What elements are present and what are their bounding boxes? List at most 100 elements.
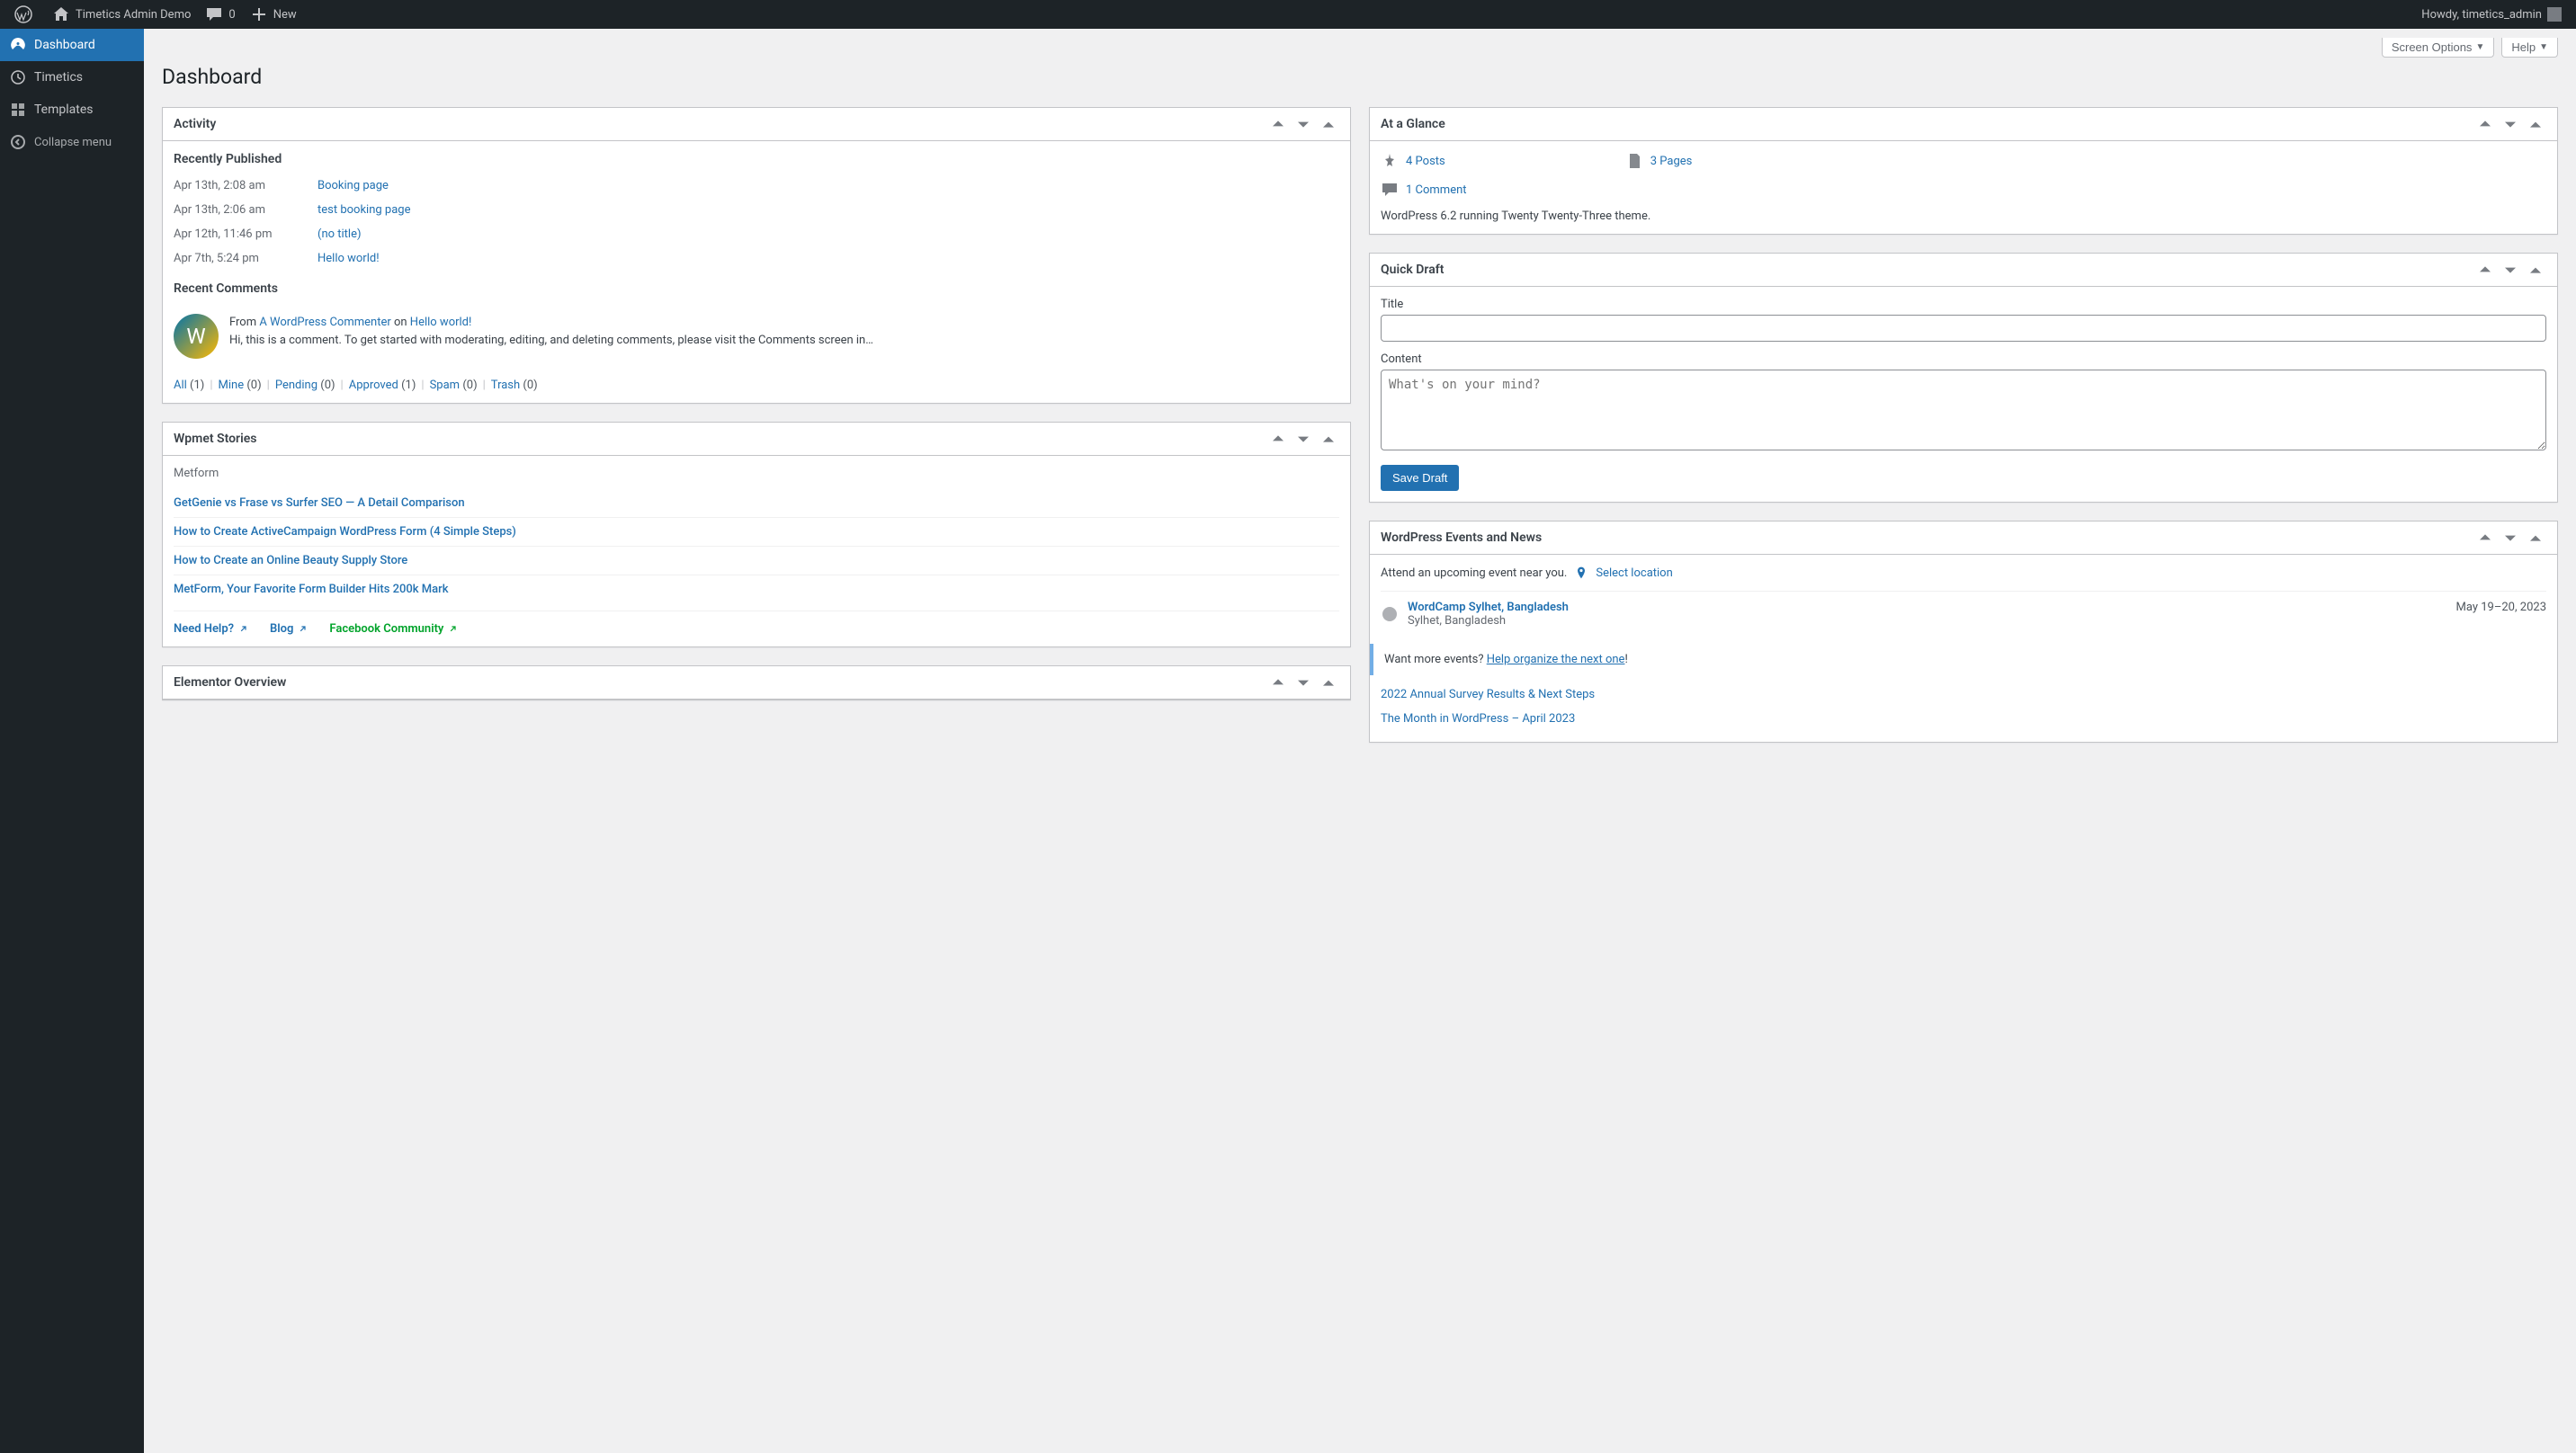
home-icon xyxy=(52,5,70,23)
toggle-button[interactable] xyxy=(1318,113,1339,135)
published-row: Apr 13th, 2:08 am Booking page xyxy=(174,174,1339,198)
menu-timetics[interactable]: Timetics xyxy=(0,61,144,94)
story-link[interactable]: GetGenie vs Frase vs Surfer SEO — A Deta… xyxy=(174,489,1339,517)
widget-title: Elementor Overview xyxy=(174,666,286,699)
pin-icon xyxy=(1381,152,1399,170)
move-down-button[interactable] xyxy=(1292,113,1314,135)
account-link[interactable]: Howdy, timetics_admin xyxy=(2414,0,2569,29)
toggle-button[interactable] xyxy=(2525,113,2546,135)
move-up-button[interactable] xyxy=(2474,527,2496,548)
pages-link[interactable]: 3 Pages xyxy=(1650,155,1693,168)
move-down-button[interactable] xyxy=(2500,113,2521,135)
menu-templates[interactable]: Templates xyxy=(0,94,144,126)
timetics-icon xyxy=(9,68,27,86)
toggle-button[interactable] xyxy=(1318,428,1339,450)
publish-link[interactable]: (no title) xyxy=(318,227,362,241)
filter-all[interactable]: All xyxy=(174,379,187,392)
filter-mine[interactable]: Mine xyxy=(219,379,245,392)
publish-link[interactable]: test booking page xyxy=(318,203,410,217)
filter-trash[interactable]: Trash xyxy=(491,379,520,392)
collapse-label: Collapse menu xyxy=(34,136,112,149)
widget-title: At a Glance xyxy=(1381,108,1445,140)
select-location-link[interactable]: Select location xyxy=(1596,566,1672,580)
plus-icon xyxy=(250,5,268,23)
facebook-community-link[interactable]: Facebook Community xyxy=(329,622,458,636)
filter-pending[interactable]: Pending xyxy=(275,379,318,392)
attend-text: Attend an upcoming event near you. xyxy=(1381,566,1567,580)
help-button[interactable]: Help ▼ xyxy=(2501,38,2558,58)
want-more-box: Want more events? Help organize the next… xyxy=(1370,644,2557,675)
comment-meta: From A WordPress Commenter on Hello worl… xyxy=(229,314,1339,332)
main-content: Screen Options ▼ Help ▼ Dashboard Activi… xyxy=(144,29,2576,1453)
move-up-button[interactable] xyxy=(2474,259,2496,281)
events-news-widget: WordPress Events and News Attend an upco… xyxy=(1369,521,2558,743)
filter-approved[interactable]: Approved xyxy=(349,379,398,392)
move-up-button[interactable] xyxy=(1267,428,1289,450)
publish-date: Apr 12th, 11:46 pm xyxy=(174,227,318,241)
comment-author-link[interactable]: A WordPress Commenter xyxy=(259,316,390,329)
collapse-menu[interactable]: Collapse menu xyxy=(0,126,144,158)
wp-logo[interactable] xyxy=(7,0,45,29)
admin-bar: Timetics Admin Demo 0 New Howdy, timetic… xyxy=(0,0,2576,29)
move-down-button[interactable] xyxy=(2500,527,2521,548)
activity-widget: Activity Recently Published Apr 13th, 2:… xyxy=(162,107,1351,404)
published-row: Apr 13th, 2:06 am test booking page xyxy=(174,198,1339,222)
new-content-link[interactable]: New xyxy=(243,0,304,29)
wordpress-icon xyxy=(14,5,32,23)
page-title: Dashboard xyxy=(162,65,2558,89)
move-down-button[interactable] xyxy=(2500,259,2521,281)
avatar-icon xyxy=(2547,7,2562,22)
draft-content-textarea[interactable] xyxy=(1381,370,2546,450)
content-label: Content xyxy=(1381,352,2546,366)
menu-dashboard[interactable]: Dashboard xyxy=(0,29,144,61)
news-link[interactable]: The Month in WordPress – April 2023 xyxy=(1381,707,2546,731)
widget-title: Quick Draft xyxy=(1381,254,1444,286)
comment-icon xyxy=(1381,181,1399,199)
published-row: Apr 7th, 5:24 pm Hello world! xyxy=(174,246,1339,271)
menu-label: Templates xyxy=(34,103,94,117)
move-up-button[interactable] xyxy=(1267,113,1289,135)
recently-published-heading: Recently Published xyxy=(174,152,1339,166)
blog-link[interactable]: Blog xyxy=(270,622,308,636)
posts-link[interactable]: 4 Posts xyxy=(1406,155,1445,168)
publish-link[interactable]: Hello world! xyxy=(318,252,380,265)
comments-count: 0 xyxy=(228,8,235,22)
toggle-button[interactable] xyxy=(1318,672,1339,693)
external-icon xyxy=(237,624,248,635)
comments-link[interactable]: 0 xyxy=(198,0,242,29)
story-link[interactable]: How to Create ActiveCampaign WordPress F… xyxy=(174,517,1339,546)
move-up-button[interactable] xyxy=(1267,672,1289,693)
news-link[interactable]: 2022 Annual Survey Results & Next Steps xyxy=(1381,682,2546,707)
templates-icon xyxy=(9,101,27,119)
admin-sidebar: Dashboard Timetics Templates Collapse me… xyxy=(0,29,144,1453)
story-link[interactable]: How to Create an Online Beauty Supply St… xyxy=(174,546,1339,575)
story-link[interactable]: MetForm, Your Favorite Form Builder Hits… xyxy=(174,575,1339,603)
screen-options-button[interactable]: Screen Options ▼ xyxy=(2382,38,2495,58)
organize-link[interactable]: Help organize the next one xyxy=(1487,653,1625,666)
widget-title: Wpmet Stories xyxy=(174,423,256,455)
need-help-link[interactable]: Need Help? xyxy=(174,622,248,636)
save-draft-button[interactable]: Save Draft xyxy=(1381,465,1459,491)
event-date: May 19–20, 2023 xyxy=(2456,601,2546,628)
comments-link[interactable]: 1 Comment xyxy=(1406,183,1467,197)
toggle-button[interactable] xyxy=(2525,259,2546,281)
move-down-button[interactable] xyxy=(1292,428,1314,450)
publish-date: Apr 7th, 5:24 pm xyxy=(174,252,318,265)
comment-post-link[interactable]: Hello world! xyxy=(410,316,472,329)
move-up-button[interactable] xyxy=(2474,113,2496,135)
filter-spam[interactable]: Spam xyxy=(430,379,461,392)
new-label: New xyxy=(273,8,297,22)
draft-title-input[interactable] xyxy=(1381,315,2546,342)
quick-draft-widget: Quick Draft Title Content xyxy=(1369,253,2558,503)
site-name-link[interactable]: Timetics Admin Demo xyxy=(45,0,198,29)
move-down-button[interactable] xyxy=(1292,672,1314,693)
wordcamp-icon xyxy=(1381,601,1399,628)
publish-link[interactable]: Booking page xyxy=(318,179,389,192)
toggle-button[interactable] xyxy=(2525,527,2546,548)
pages-icon xyxy=(1625,152,1643,170)
gravatar-icon: W xyxy=(174,314,219,359)
event-title-link[interactable]: WordCamp Sylhet, Bangladesh xyxy=(1408,601,1569,614)
event-location: Sylhet, Bangladesh xyxy=(1408,614,2447,628)
location-icon xyxy=(1574,566,1588,580)
title-label: Title xyxy=(1381,298,2546,311)
